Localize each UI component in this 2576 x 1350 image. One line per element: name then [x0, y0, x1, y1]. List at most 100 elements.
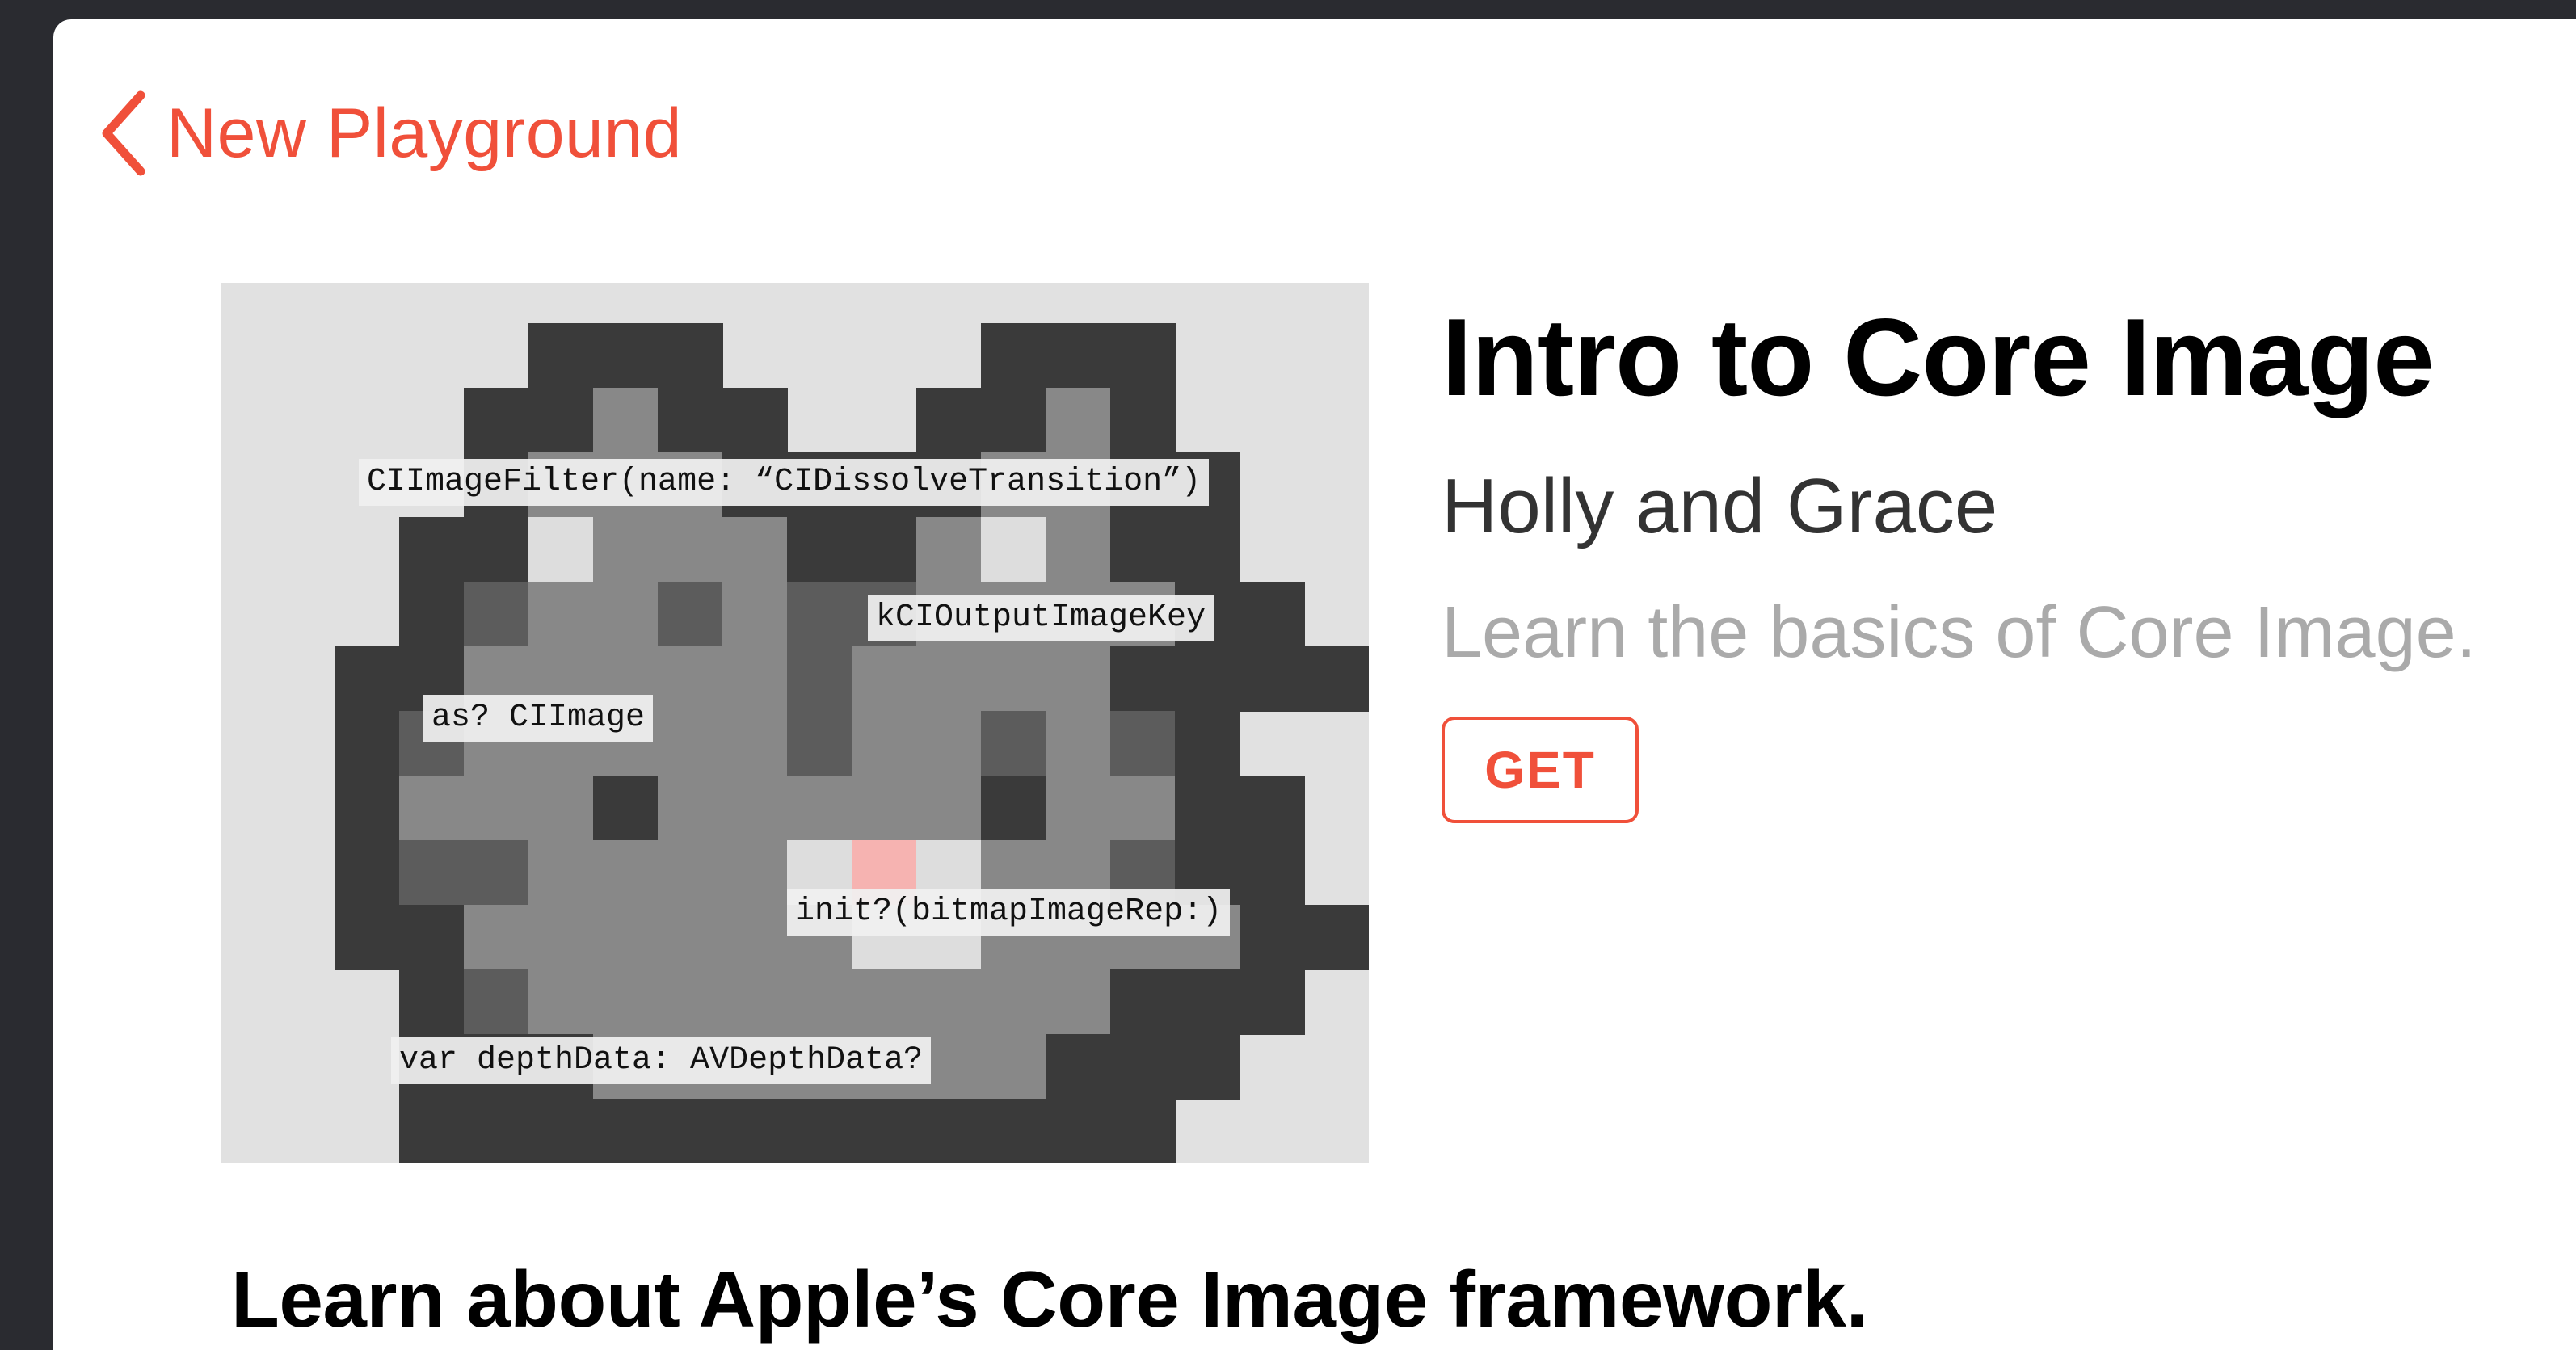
pixel-tile	[916, 776, 982, 841]
get-button[interactable]: GET	[1442, 717, 1639, 823]
pixel-tile	[399, 776, 465, 841]
pixel-tile	[916, 1099, 982, 1163]
playground-detail-sheet: New Playground CIImageFilter(name: “CIDi…	[53, 19, 2576, 1350]
pixel-tile	[1046, 1034, 1111, 1100]
pixel-tile	[722, 776, 788, 841]
back-label: New Playground	[166, 94, 683, 172]
pixel-tile	[399, 517, 465, 582]
chevron-left-icon	[102, 90, 145, 176]
pixel-tile	[852, 776, 917, 841]
pixel-tile	[1046, 646, 1111, 712]
code-label-cast: as? CIImage	[423, 695, 654, 742]
pixel-tile	[1046, 711, 1111, 776]
pixel-tile	[658, 1099, 723, 1163]
pixel-tile	[335, 776, 400, 841]
pixel-tile	[1175, 776, 1240, 841]
pixel-tile	[528, 323, 594, 389]
pixel-tile	[722, 711, 788, 776]
pixel-tile	[1046, 776, 1111, 841]
pixel-tile	[528, 1099, 594, 1163]
pixel-tile	[335, 905, 400, 970]
pixel-tile	[528, 969, 594, 1035]
pixel-tile	[1240, 905, 1305, 970]
code-label-init: init?(bitmapImageRep:)	[787, 889, 1231, 936]
pixel-tile	[916, 388, 982, 453]
pixel-tile	[335, 646, 400, 712]
pixel-tile	[981, 969, 1046, 1035]
playground-author: Holly and Grace	[1442, 463, 1998, 549]
pixel-tile	[658, 582, 723, 647]
pixel-tile	[722, 905, 788, 970]
pixel-tile	[916, 711, 982, 776]
pixel-tile	[1046, 517, 1111, 582]
pixel-tile	[1046, 323, 1111, 389]
pixel-tile	[787, 776, 852, 841]
pixel-tile	[981, 646, 1046, 712]
pixel-tile	[787, 969, 852, 1035]
pixel-tile	[658, 323, 723, 389]
pixel-tile	[1304, 646, 1369, 712]
pixel-tile	[1110, 517, 1176, 582]
pixel-tile	[658, 969, 723, 1035]
pixel-tile	[1240, 646, 1305, 712]
pixel-tile	[464, 517, 529, 582]
pixel-tile	[722, 1099, 788, 1163]
pixel-tile	[1304, 905, 1369, 970]
pixel-tile	[1046, 969, 1111, 1035]
pixel-tile	[852, 711, 917, 776]
pixel-cat-illustration	[221, 283, 1369, 1163]
pixel-tile	[1175, 517, 1240, 582]
pixel-tile	[981, 776, 1046, 841]
pixel-tile	[464, 776, 529, 841]
pixel-tile	[399, 840, 465, 906]
pixel-tile	[464, 1099, 529, 1163]
pixel-tile	[1240, 969, 1305, 1035]
pixel-tile	[722, 388, 788, 453]
pixel-tile	[399, 582, 465, 647]
pixel-tile	[787, 517, 852, 582]
pixel-tile	[722, 646, 788, 712]
pixel-tile	[981, 517, 1046, 582]
pixel-tile	[1046, 388, 1111, 453]
pixel-tile	[722, 840, 788, 906]
code-label-depth-data: var depthData: AVDepthData?	[391, 1037, 932, 1084]
playground-info: Intro to Core Image Holly and Grace Lear…	[1442, 302, 2477, 823]
pixel-tile	[593, 905, 659, 970]
back-button[interactable]: New Playground	[99, 81, 682, 186]
playground-description: Learn the basics of Core Image.	[1442, 592, 2477, 673]
pixel-tile	[593, 840, 659, 906]
pixel-tile	[981, 323, 1046, 389]
pixel-tile	[593, 388, 659, 453]
pixel-tile	[399, 905, 465, 970]
pixel-tile	[464, 582, 529, 647]
pixel-tile	[528, 582, 594, 647]
pixel-tile	[1046, 1099, 1111, 1163]
pixel-tile	[658, 517, 723, 582]
pixel-tile	[658, 646, 723, 712]
playground-title: Intro to Core Image	[1442, 296, 2435, 418]
pixel-tile	[1110, 1034, 1176, 1100]
pixel-tile	[1240, 582, 1305, 647]
pixel-tile	[722, 582, 788, 647]
code-label-output-key: kCIOutputImageKey	[868, 595, 1214, 641]
pixel-tile	[658, 905, 723, 970]
pixel-tile	[722, 969, 788, 1035]
pixel-tile	[335, 840, 400, 906]
pixel-tile	[658, 776, 723, 841]
pixel-tile	[981, 711, 1046, 776]
pixel-tile	[658, 388, 723, 453]
pixel-tile	[593, 776, 659, 841]
pixel-tile	[464, 388, 529, 453]
pixel-tile	[787, 582, 852, 647]
playground-hero-image: CIImageFilter(name: “CIDissolveTransitio…	[221, 283, 1369, 1163]
pixel-tile	[1110, 323, 1176, 389]
pixel-tile	[981, 388, 1046, 453]
pixel-tile	[852, 517, 917, 582]
pixel-tile	[787, 646, 852, 712]
pixel-tile	[1240, 776, 1305, 841]
pixel-tile	[528, 840, 594, 906]
pixel-tile	[981, 1099, 1046, 1163]
pixel-tile	[399, 969, 465, 1035]
pixel-tile	[1240, 840, 1305, 906]
pixel-tile	[528, 776, 594, 841]
